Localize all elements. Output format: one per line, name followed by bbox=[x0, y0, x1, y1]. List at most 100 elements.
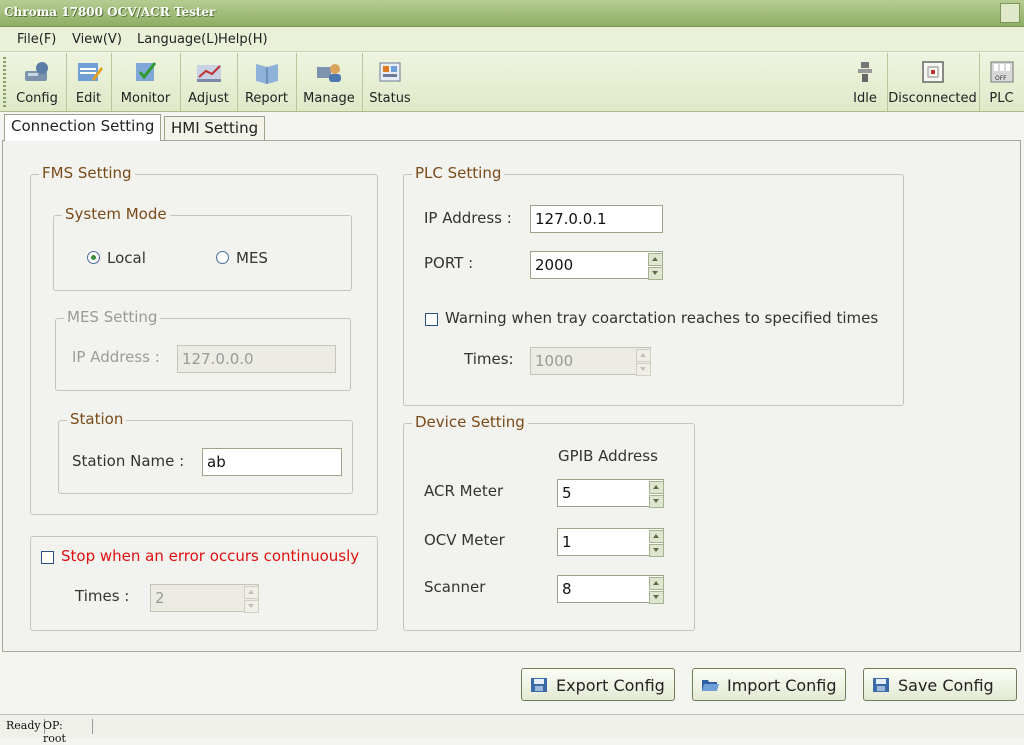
adjust-button[interactable]: Adjust bbox=[180, 53, 238, 111]
status-button[interactable]: Status bbox=[362, 53, 418, 111]
manage-button[interactable]: Manage bbox=[296, 53, 363, 111]
plc-port-label: PORT : bbox=[424, 254, 474, 272]
fms-setting-title: FMS Setting bbox=[39, 164, 135, 182]
status-icon bbox=[379, 62, 401, 82]
mes-radio[interactable] bbox=[216, 251, 229, 264]
gpib-address-header: GPIB Address bbox=[558, 447, 658, 465]
local-radio-label[interactable]: Local bbox=[107, 249, 146, 267]
scanner-label: Scanner bbox=[424, 578, 486, 596]
status-operator: OP: root bbox=[43, 719, 93, 745]
acr-meter-input[interactable]: 5 bbox=[557, 479, 664, 508]
idle-icon bbox=[858, 62, 872, 82]
import-config-button[interactable]: Import Config bbox=[692, 668, 846, 701]
plc-ip-input[interactable]: 127.0.0.1 bbox=[530, 205, 663, 233]
report-icon bbox=[255, 64, 278, 84]
plc-times-value: 1000 bbox=[535, 352, 574, 370]
window-control-button[interactable] bbox=[1000, 3, 1020, 23]
stop-error-times-input[interactable]: 2 bbox=[150, 584, 259, 613]
acr-meter-value: 5 bbox=[562, 484, 572, 502]
plc-port-spinner[interactable] bbox=[648, 253, 663, 280]
ocv-meter-input[interactable]: 1 bbox=[557, 528, 664, 557]
stop-error-times-label: Times : bbox=[75, 587, 130, 605]
mes-ip-label: IP Address : bbox=[72, 348, 160, 366]
mes-radio-label[interactable]: MES bbox=[236, 249, 268, 267]
stop-error-times-value: 2 bbox=[155, 589, 165, 607]
save-config-button[interactable]: Save Config bbox=[863, 668, 1017, 701]
report-label: Report bbox=[244, 91, 289, 106]
window-title: Chroma 17800 OCV/ACR Tester bbox=[4, 5, 216, 19]
export-config-button[interactable]: Export Config bbox=[521, 668, 675, 701]
plc-indicator: OFF PLC bbox=[979, 53, 1024, 111]
scanner-value: 8 bbox=[562, 580, 572, 598]
acr-meter-spinner[interactable] bbox=[649, 481, 664, 508]
acr-meter-label: ACR Meter bbox=[424, 482, 504, 500]
ocv-meter-spinner[interactable] bbox=[649, 530, 664, 557]
svg-text:OFF: OFF bbox=[995, 75, 1007, 82]
import-config-label: Import Config bbox=[727, 676, 837, 695]
idle-label: Idle bbox=[853, 91, 877, 106]
ocv-meter-label: OCV Meter bbox=[424, 531, 505, 549]
system-mode-title: System Mode bbox=[62, 205, 170, 223]
save-disk-icon bbox=[531, 678, 547, 692]
stop-error-label[interactable]: Stop when an error occurs continuously bbox=[61, 547, 359, 565]
station-name-label: Station Name : bbox=[72, 452, 185, 470]
menu-language[interactable]: Language(L) bbox=[137, 32, 219, 47]
tab-connection-setting[interactable]: Connection Setting bbox=[4, 114, 162, 141]
edit-label: Edit bbox=[75, 91, 102, 106]
save-config-label: Save Config bbox=[898, 676, 994, 695]
plc-ip-label: IP Address : bbox=[424, 209, 512, 227]
status-label: Status bbox=[369, 91, 411, 106]
monitor-label: Monitor bbox=[120, 91, 171, 106]
edit-icon bbox=[77, 63, 103, 81]
plc-times-label: Times: bbox=[464, 350, 514, 368]
config-label: Config bbox=[16, 91, 58, 106]
plc-label: PLC bbox=[989, 91, 1014, 106]
tab-hmi-setting[interactable]: HMI Setting bbox=[164, 116, 266, 140]
plc-port-value: 2000 bbox=[535, 256, 574, 274]
plc-times-spinner[interactable] bbox=[636, 349, 651, 376]
menu-file[interactable]: File(F) bbox=[17, 32, 56, 47]
scanner-spinner[interactable] bbox=[649, 577, 664, 604]
scanner-input[interactable]: 8 bbox=[557, 575, 664, 604]
edit-button[interactable]: Edit bbox=[66, 53, 112, 111]
adjust-label: Adjust bbox=[188, 91, 229, 106]
plc-off-icon: OFF bbox=[990, 61, 1013, 83]
save-disk-icon bbox=[873, 678, 889, 692]
station-name-input[interactable]: ab bbox=[202, 448, 342, 476]
report-button[interactable]: Report bbox=[237, 53, 297, 111]
export-config-label: Export Config bbox=[556, 676, 665, 695]
plc-times-input[interactable]: 1000 bbox=[530, 347, 651, 376]
menu-help[interactable]: Help(H) bbox=[218, 32, 268, 47]
mes-setting-title: MES Setting bbox=[64, 308, 161, 326]
manage-icon bbox=[317, 64, 341, 82]
ocv-meter-value: 1 bbox=[562, 533, 572, 551]
monitor-button[interactable]: Monitor bbox=[111, 53, 181, 111]
stop-error-checkbox[interactable] bbox=[41, 551, 54, 564]
monitor-icon bbox=[135, 62, 156, 81]
adjust-icon bbox=[196, 65, 221, 82]
config-button[interactable]: Config bbox=[8, 53, 67, 111]
status-ready: Ready bbox=[6, 719, 45, 734]
station-title: Station bbox=[67, 410, 127, 428]
toolbar: Config Edit Monitor Adjust Report Manage bbox=[0, 53, 1024, 112]
warning-checkbox[interactable] bbox=[425, 313, 438, 326]
device-setting-title: Device Setting bbox=[412, 413, 528, 431]
plc-port-input[interactable]: 2000 bbox=[530, 251, 663, 280]
stop-error-times-spinner[interactable] bbox=[244, 586, 259, 613]
menu-bar: File(F) View(V) Language(L) Help(H) bbox=[0, 27, 1024, 52]
title-bar: Chroma 17800 OCV/ACR Tester bbox=[0, 0, 1024, 27]
manage-label: Manage bbox=[303, 91, 355, 106]
mes-ip-input[interactable]: 127.0.0.0 bbox=[177, 345, 336, 373]
config-icon bbox=[25, 62, 48, 81]
status-bar: Ready OP: root bbox=[0, 714, 1024, 745]
toolbar-grip[interactable] bbox=[3, 57, 6, 107]
disconnected-label: Disconnected bbox=[888, 91, 977, 106]
connection-indicator: Disconnected bbox=[886, 53, 980, 111]
menu-view[interactable]: View(V) bbox=[72, 32, 122, 47]
local-radio[interactable] bbox=[87, 251, 100, 264]
idle-indicator: Idle bbox=[842, 53, 888, 111]
plc-setting-title: PLC Setting bbox=[412, 164, 505, 182]
disconnected-icon bbox=[921, 61, 944, 83]
open-folder-icon bbox=[702, 680, 719, 691]
warning-label[interactable]: Warning when tray coarctation reaches to… bbox=[445, 309, 878, 327]
